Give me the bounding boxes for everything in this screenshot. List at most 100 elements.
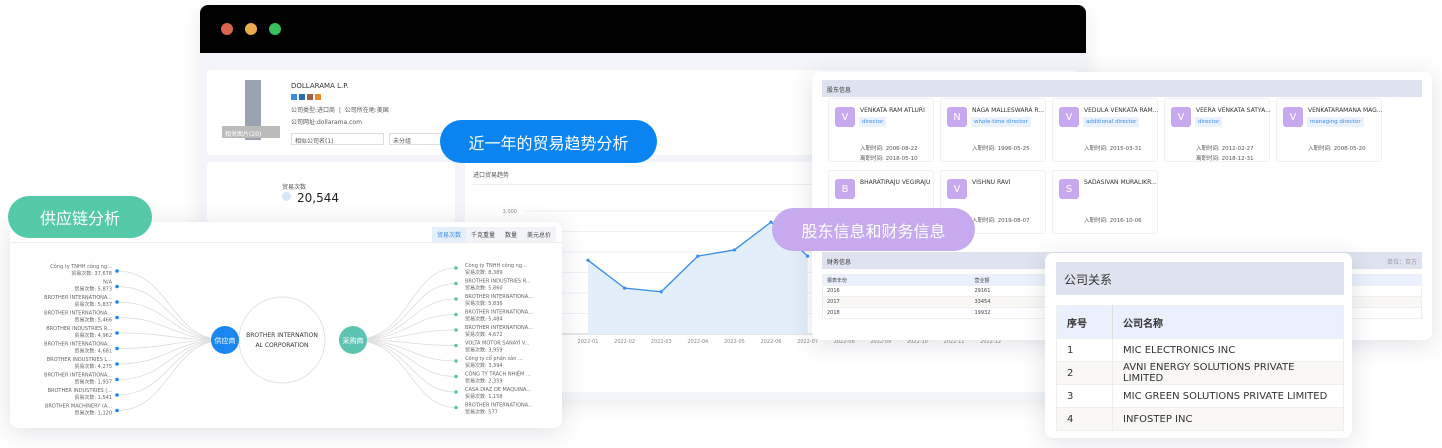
shareholder-card[interactable]: V VENKATARAMANA MAG... managing director 入职… [1276, 98, 1383, 162]
similar-company-select[interactable]: 相似公司名(1) [291, 133, 384, 145]
shareholder-name: BHARATIRAJU VEGIRAJU [860, 179, 931, 186]
supplier-node [115, 315, 119, 320]
buyer-node [454, 359, 458, 363]
buyer-link [352, 339, 457, 362]
buyer-link [352, 339, 457, 408]
supplier-name: BROTHER INDUSTRIES R... [46, 326, 112, 332]
maximize-window-button[interactable] [269, 23, 281, 35]
supplier-link [116, 339, 226, 380]
company-name: DOLLARAMA L.P. [291, 82, 349, 90]
supplier-count: 贸易次数: 1,541 [74, 394, 112, 401]
minimize-window-button[interactable] [245, 23, 257, 35]
data-point [623, 286, 627, 290]
center-company-label: BROTHER INTERNATION [246, 332, 318, 339]
supplier-node [115, 362, 119, 366]
linkedin-icon[interactable] [299, 94, 305, 100]
supplier-count: 贸易次数: 1,120 [74, 410, 112, 417]
finance-unit: 单位：百万 [1386, 259, 1417, 266]
stats-value: 20,544 [297, 191, 339, 205]
supplier-node [115, 284, 119, 289]
supplier-name: Công ty TNHH công ng... [50, 263, 112, 270]
shareholder-name: SADASIVAN MURALIKR... [1084, 179, 1157, 186]
relations-table: 序号 公司名称 1 MIC ELECTRONICS INC 2 AVNI ENERGY… [1056, 305, 1344, 431]
shareholder-name: VENKATARAMANA MAG... [1308, 107, 1383, 114]
company-website: 公司网址:dollarama.com [291, 119, 362, 126]
join-date: 入职时间: 2012-02-27 [1196, 146, 1254, 152]
buyer-link [352, 339, 457, 393]
buyer-count: 贸易次数: 8,389 [465, 269, 503, 276]
x-tick-label: 2022-07 [797, 339, 818, 345]
supplier-name: N/A [103, 280, 112, 286]
center-company-node [238, 296, 326, 384]
chart-icon [282, 192, 291, 201]
buyer-count: 贸易次数: 5,836 [465, 300, 503, 307]
buyer-node [454, 297, 458, 301]
supplier-name: BROTHER INTERNATIONA... [44, 373, 112, 379]
buyer-count: 贸易次数: 2,359 [465, 378, 503, 385]
supplier-name: BROTHER INDUSTRIES L... [47, 357, 113, 363]
supplier-count: 贸易次数: 1,937 [74, 379, 112, 386]
buyer-count: 贸易次数: 5,860 [465, 285, 503, 292]
y-tick-label: 3,000 [503, 209, 517, 215]
supplier-node [115, 377, 119, 382]
company-type: 公司类型:进口商 | 公司所在地:美国 [291, 107, 389, 114]
buyer-name: CÔNG TY TRÁCH NHIỆM ... [465, 370, 531, 378]
leave-date: 离职时间: 2018-05-10 [860, 156, 918, 162]
supplier-hub-label: 供应商 [215, 336, 236, 345]
shareholder-card[interactable]: V VEDULA VENKATA RAM... additional directo… [1052, 98, 1158, 162]
shareholder-card[interactable]: V VENKATA RAM ATLURI director 入职时间: 2006-08… [828, 98, 934, 162]
shareholder-card[interactable]: S SADASIVAN MURALIKR... 入职时间: 2016-10-06 [1052, 170, 1158, 234]
buyer-node [454, 266, 458, 270]
supplier-name: BROTHER INTERNATIONA... [44, 342, 112, 348]
supplier-count: 贸易次数: 4,681 [74, 348, 112, 355]
buyer-count: 贸易次数: 577 [465, 409, 498, 416]
shareholder-card[interactable]: N NAGA MALLESWARA R... whole-time director… [940, 98, 1046, 162]
x-tick-label: 2022-03 [651, 339, 672, 345]
avatar: V [1059, 107, 1079, 127]
supplier-node [115, 300, 119, 304]
x-tick-label: 2022-06 [761, 339, 782, 345]
avatar: N [947, 107, 967, 127]
buyer-count: 贸易次数: 5,484 [465, 316, 503, 323]
buyer-name: BROTHER INTERNATIONA... [465, 294, 533, 300]
buyer-name: Công ty TNHH công ng... [465, 262, 527, 269]
buyer-count: 贸易次数: 4,672 [465, 331, 503, 338]
buyer-node [454, 281, 458, 286]
role-badge: director [859, 117, 887, 127]
buyer-node [454, 343, 458, 348]
role-badge: managing director [1307, 117, 1364, 127]
supplier-count: 贸易次数: 5,837 [74, 301, 112, 308]
image-count-label[interactable]: 相关图片(20) [222, 126, 280, 138]
supplier-link [116, 339, 226, 411]
buyer-node [454, 405, 458, 410]
buyer-hub-label: 采购商 [343, 336, 364, 345]
role-badge: additional director [1083, 117, 1140, 127]
website-link[interactable]: dollarama.com [317, 119, 362, 126]
data-point [586, 258, 590, 262]
supplier-count: 贸易次数: 5,466 [74, 317, 112, 324]
x-tick-label: 2022-01 [578, 339, 599, 345]
twitter-icon[interactable] [291, 94, 297, 100]
shareholder-name: VENKATA RAM ATLURI [860, 107, 925, 114]
instagram-icon[interactable] [307, 94, 313, 100]
close-window-button[interactable] [221, 23, 233, 35]
supplier-node [115, 331, 119, 335]
buyer-node [454, 328, 458, 332]
data-point [806, 254, 810, 258]
avatar: V [1171, 107, 1191, 127]
buyer-name: BROTHER INDUSTRIES R... [465, 279, 531, 285]
social-icons [291, 94, 321, 100]
buyer-link [352, 283, 457, 341]
avatar: V [947, 179, 967, 199]
data-point [659, 290, 663, 294]
supplier-name: BROTHER INTERNATIONA... [44, 311, 112, 317]
shareholder-finance-pill: 股东信息和财务信息 [772, 208, 975, 251]
join-date: 入职时间: 2019-08-07 [972, 218, 1030, 224]
supplier-count: 贸易次数: 4,962 [74, 332, 112, 339]
buyer-link [352, 314, 457, 341]
phone-icon[interactable] [315, 94, 321, 100]
x-tick-label: 2022-04 [687, 339, 708, 345]
buyer-name: Công ty cổ phần sản ... [465, 354, 523, 362]
table-row: 2 AVNI ENERGY SOLUTIONS PRIVATE LIMITED [1056, 361, 1344, 385]
shareholder-card[interactable]: V VEERA VENKATA SATYA... director 入职时间: 201… [1164, 98, 1271, 162]
